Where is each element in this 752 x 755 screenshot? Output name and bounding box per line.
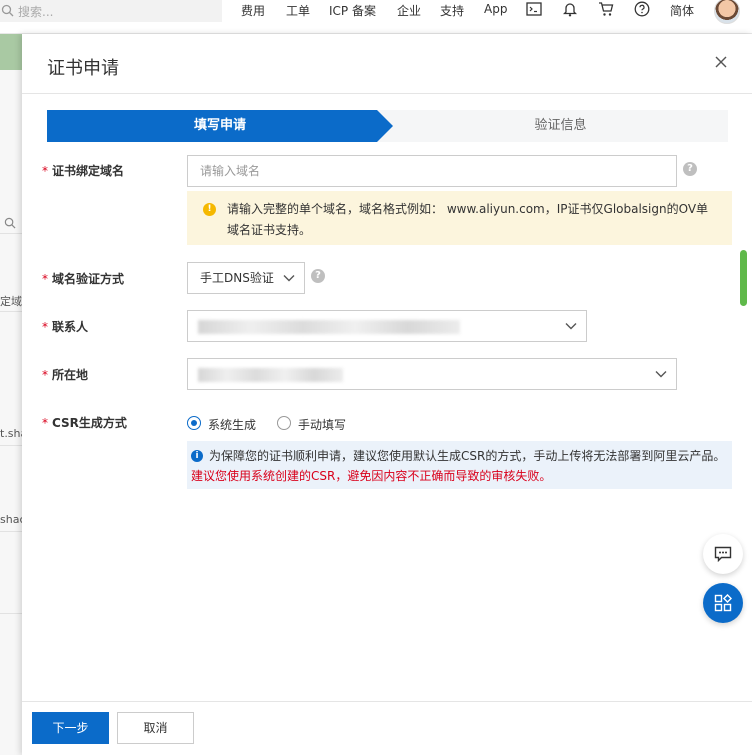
help-icon[interactable]: ? [683,162,697,176]
nav-icp[interactable]: ICP 备案 [329,2,376,19]
csr-tip: i 为保障您的证书顺利申请，建议您使用默认生成CSR的方式，手动上传将无法部署到… [187,441,732,489]
background-row: 定域名 [0,292,22,312]
contact-label: * 联系人 [42,320,89,334]
required-mark: * [42,272,48,286]
required-mark: * [42,368,48,382]
chevron-down-icon [655,371,667,378]
certificate-apply-drawer: 证书申请 填写申请 验证信息 * 证书绑定域名 请输入域名 ? ! 请输入完整的单… [22,34,752,755]
csr-system-label[interactable]: 系统生成 [208,416,256,433]
warning-icon: ! [203,203,216,216]
nav-app[interactable]: App [484,2,507,16]
domain-input[interactable]: 请输入域名 [187,155,677,187]
nav-enterprise[interactable]: 企业 [397,2,421,19]
csr-tip-line2: 建议您使用系统创建的CSR，避免因内容不正确而导致的审核失败。 [191,469,552,483]
csr-system-radio[interactable] [187,416,201,430]
help-icon[interactable]: ? [311,269,325,283]
user-avatar[interactable] [714,0,740,24]
help-icon[interactable] [633,0,651,18]
close-icon[interactable] [712,54,730,72]
required-mark: * [42,164,48,178]
nav-ticket[interactable]: 工单 [286,2,310,19]
chevron-down-icon [565,323,577,330]
contact-value-redacted [198,320,460,334]
background-search-icon [0,214,22,234]
csr-tip-line1: 为保障您的证书顺利申请，建议您使用默认生成CSR的方式，手动上传将无法部署到阿里… [209,449,726,463]
nav-support[interactable]: 支持 [440,2,464,19]
verify-method-value: 手工DNS验证 [200,271,274,285]
terminal-icon[interactable] [525,0,543,18]
verify-method-label: * 域名验证方式 [42,272,125,286]
nav-billing[interactable]: 费用 [241,2,265,19]
background-row: shac [0,508,22,532]
required-mark: * [42,416,48,430]
next-step-button[interactable]: 下一步 [32,712,109,744]
domain-tip: ! 请输入完整的单个域名，域名格式例如： www.aliyun.com，IP证书… [187,191,732,245]
location-select[interactable] [187,358,677,390]
background-row: t.sha [0,422,22,446]
csr-method-label: * CSR生成方式 [42,416,127,430]
location-value-redacted [198,368,343,382]
top-navbar: 搜索... 费用 工单 ICP 备案 企业 支持 App 简体 [0,0,752,34]
cancel-button[interactable]: 取消 [117,712,194,744]
chat-icon [714,546,732,562]
step-fill-application: 填写申请 [47,110,393,142]
csr-manual-radio[interactable] [277,416,291,430]
scrollbar[interactable] [740,250,747,306]
background-banner [0,34,22,70]
location-label: * 所在地 [42,368,89,382]
verify-method-select[interactable]: 手工DNS验证 [187,262,305,294]
chat-float-button[interactable] [703,534,743,574]
csr-manual-label[interactable]: 手动填写 [298,416,346,433]
search-icon [0,4,14,18]
chevron-down-icon [283,275,295,282]
search-placeholder: 搜索... [18,4,54,19]
drawer-footer: 下一步 取消 [22,701,752,755]
required-mark: * [42,320,48,334]
background-divider [0,594,22,614]
apps-icon [714,594,732,612]
step-verify-info: 验证信息 [534,118,587,133]
step-indicator: 填写申请 验证信息 [47,110,728,142]
cart-icon[interactable] [597,0,615,18]
language-switch[interactable]: 简体 [670,2,694,19]
background-page: 定域名 t.sha shac [0,34,22,755]
global-search[interactable]: 搜索... [0,0,222,22]
drawer-header: 证书申请 [22,34,752,94]
apps-float-button[interactable] [703,583,743,623]
info-icon: i [191,450,203,462]
contact-select[interactable] [187,310,587,342]
drawer-title: 证书申请 [47,58,119,79]
domain-label: * 证书绑定域名 [42,164,125,178]
bell-icon[interactable] [561,0,579,18]
